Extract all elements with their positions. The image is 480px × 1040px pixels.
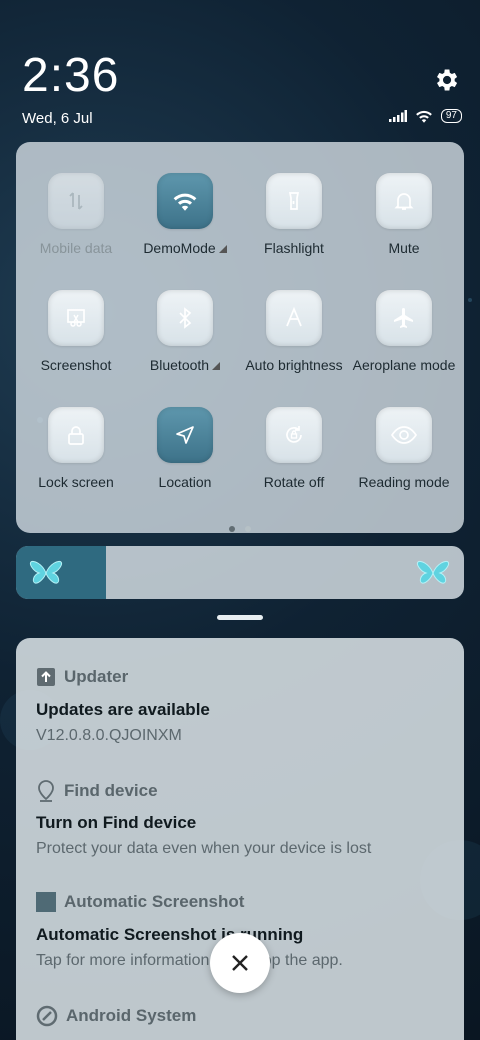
tile-label: Auto brightness — [245, 357, 343, 373]
tile-label: Aeroplane mode — [352, 357, 456, 373]
notification-header: Find device — [36, 780, 158, 802]
notification-app-name: Android System — [66, 1006, 197, 1025]
notification-header: Android System — [36, 1005, 196, 1027]
tile-lock-screen[interactable]: Lock screen — [22, 407, 130, 490]
tile-demomode[interactable]: DemoMode — [131, 173, 239, 256]
tile-label: Location — [158, 474, 212, 490]
tile-label: Mobile data — [39, 240, 113, 256]
tile-rotate-off[interactable]: Rotate off — [240, 407, 348, 490]
clock: 2:36 — [22, 49, 120, 102]
battery-indicator: 97 — [440, 109, 462, 123]
close-icon — [232, 955, 248, 971]
date: Wed, 6 Jul — [22, 110, 93, 127]
gear-icon[interactable] — [432, 66, 460, 94]
tile-reading-mode[interactable]: Reading mode — [350, 407, 458, 490]
notification-app-name: Find device — [64, 781, 158, 800]
notification-title[interactable]: Automatic Screenshot is running — [36, 925, 303, 945]
bluetooth-icon — [157, 290, 213, 346]
notification-header: Automatic Screenshot — [36, 892, 244, 912]
screenshot-icon — [48, 290, 104, 346]
notification-title[interactable]: Updates are available — [36, 700, 210, 720]
tile-label: Lock screen — [38, 474, 114, 490]
butterfly-icon — [417, 560, 449, 584]
location-icon — [157, 407, 213, 463]
lock-icon — [48, 407, 104, 463]
expand-arrow-icon — [218, 245, 227, 253]
notification-app-name: Updater — [64, 667, 129, 686]
status-bar: 2:36 Wed, 6 Jul 97 — [0, 0, 480, 140]
page-dot — [245, 526, 251, 532]
butterfly-icon — [30, 560, 62, 584]
page-indicator — [16, 519, 464, 537]
tile-label: Mute — [388, 240, 420, 256]
notification-app-name: Automatic Screenshot — [64, 892, 245, 911]
flashlight-icon — [266, 173, 322, 229]
close-button[interactable] — [210, 933, 270, 993]
tile-label: Rotate off — [263, 474, 325, 490]
tile-label: DemoMode — [143, 240, 216, 256]
tile-label: Flashlight — [264, 240, 324, 256]
rotate-lock-icon — [266, 407, 322, 463]
notification-header: Updater — [36, 667, 128, 687]
tile-label: Screenshot — [40, 357, 112, 373]
tile-label: Bluetooth — [149, 357, 210, 373]
tile-flashlight[interactable]: Flashlight — [240, 173, 348, 256]
square-icon — [36, 892, 56, 912]
tile-bluetooth[interactable]: Bluetooth — [131, 290, 239, 373]
mobile-data-icon — [48, 173, 104, 229]
bell-icon — [376, 173, 432, 229]
quick-settings-panel: Mobile data DemoMode Flashlight Mute Scr… — [16, 142, 464, 533]
tile-aeroplane-mode[interactable]: Aeroplane mode — [350, 290, 458, 373]
notification-body: V12.0.8.0.QJOINXM — [36, 727, 182, 744]
signal-icon — [388, 110, 407, 122]
location-pin-icon — [38, 780, 54, 802]
auto-brightness-icon — [266, 290, 322, 346]
brightness-slider[interactable] — [16, 546, 464, 599]
tile-location[interactable]: Location — [131, 407, 239, 490]
eye-icon — [376, 407, 432, 463]
upload-icon — [37, 668, 55, 686]
tile-mobile-data[interactable]: Mobile data — [22, 173, 130, 256]
tile-label: Reading mode — [358, 474, 450, 490]
expand-arrow-icon — [212, 362, 221, 370]
android-icon — [36, 1005, 58, 1027]
airplane-icon — [376, 290, 432, 346]
page-dot-active — [229, 526, 235, 532]
notification-body: Protect your data even when your device … — [36, 840, 372, 857]
notification-body: Tap for more information or to stop the … — [36, 952, 343, 969]
drag-handle[interactable] — [217, 615, 263, 620]
tile-screenshot[interactable]: Screenshot — [22, 290, 130, 373]
wifi-status-icon — [416, 110, 432, 123]
wifi-icon — [157, 173, 213, 229]
notification-title[interactable]: Turn on Find device — [36, 813, 196, 833]
tile-auto-brightness[interactable]: Auto brightness — [240, 290, 348, 373]
tile-mute[interactable]: Mute — [350, 173, 458, 256]
